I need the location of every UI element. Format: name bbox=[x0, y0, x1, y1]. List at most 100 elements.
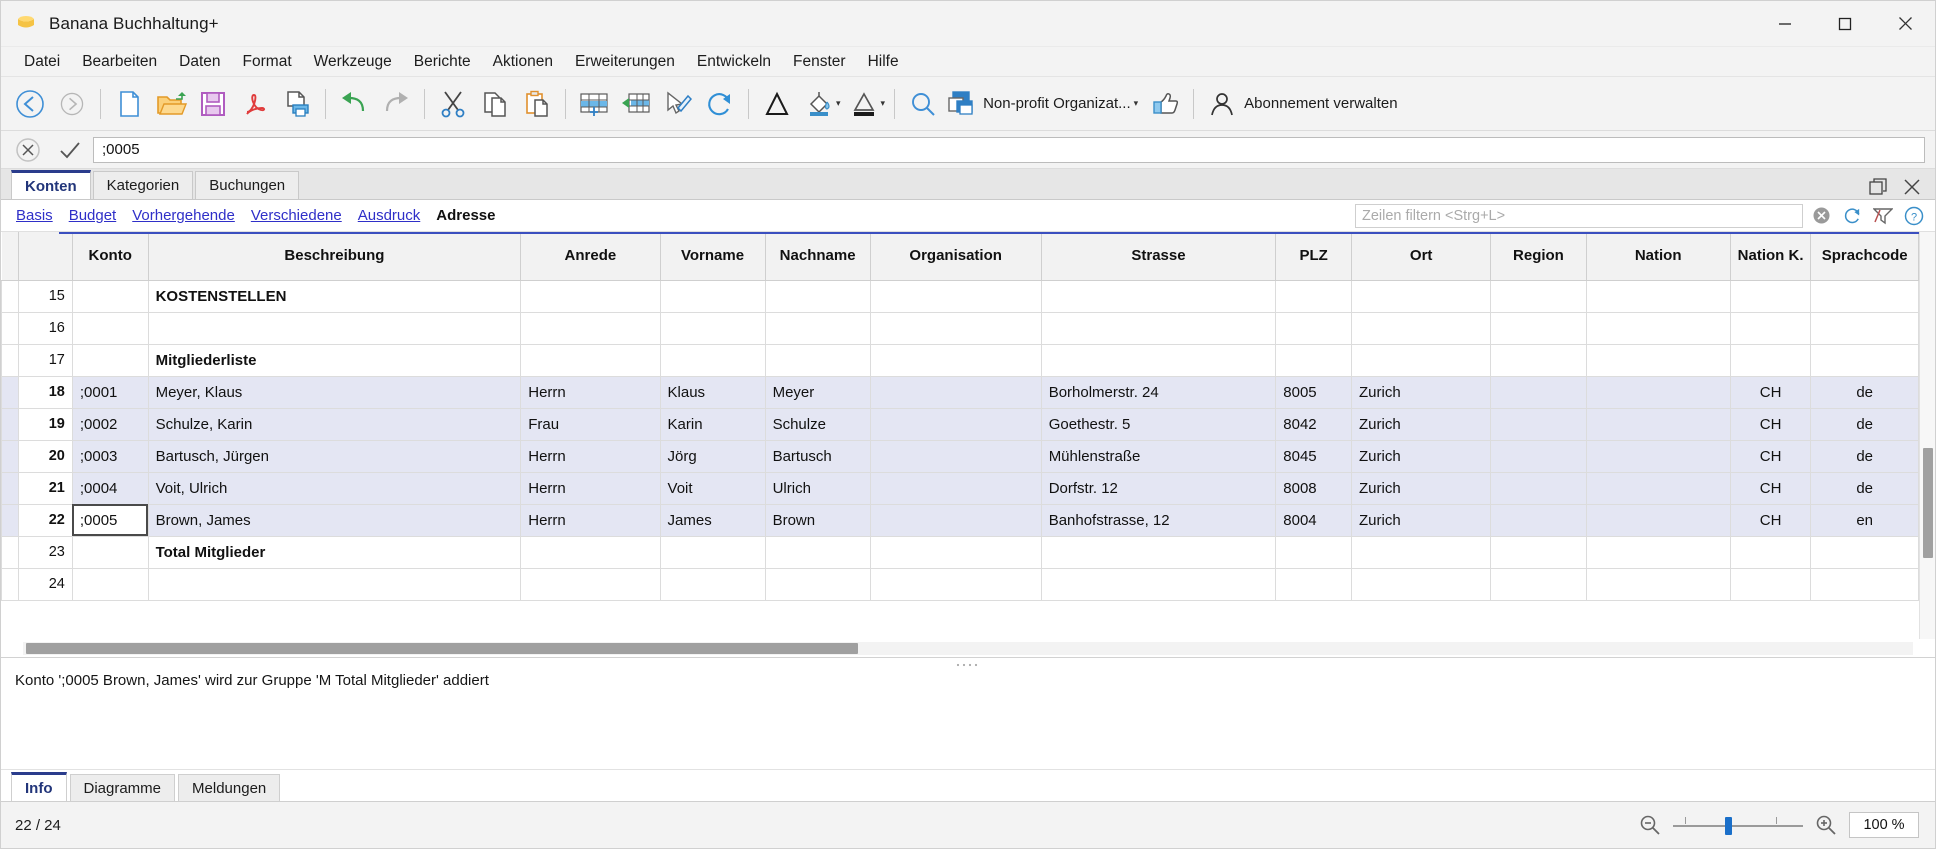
minimize-icon[interactable] bbox=[1755, 1, 1815, 47]
cell-anrede[interactable]: Herrn bbox=[520, 471, 661, 505]
row-number[interactable]: 17 bbox=[18, 343, 73, 377]
cell-konto[interactable] bbox=[71, 535, 149, 569]
bottom-tab-diagramme[interactable]: Diagramme bbox=[69, 774, 176, 801]
cell-ort[interactable]: Zurich bbox=[1351, 503, 1492, 537]
zoom-slider[interactable] bbox=[1673, 814, 1803, 836]
header-corner[interactable] bbox=[1, 232, 20, 281]
cell-organisation[interactable] bbox=[869, 343, 1042, 377]
cell-vorname[interactable]: Jörg bbox=[659, 439, 766, 473]
zoom-slider-handle[interactable] bbox=[1725, 817, 1732, 835]
forward-arrow-icon[interactable] bbox=[51, 82, 93, 126]
column-header-nation-k[interactable]: Nation K. bbox=[1729, 232, 1812, 281]
cell-sprachcode[interactable]: de bbox=[1810, 407, 1919, 441]
row-number[interactable]: 20 bbox=[18, 439, 73, 473]
cell-ort[interactable] bbox=[1351, 343, 1492, 377]
filter-rows-input[interactable] bbox=[1355, 203, 1803, 228]
search-magnifier-icon[interactable] bbox=[902, 82, 944, 126]
cell-organisation[interactable] bbox=[869, 311, 1042, 345]
table-vertical-scrollbar[interactable] bbox=[1919, 232, 1935, 639]
undo-icon[interactable] bbox=[333, 82, 375, 126]
cell-beschreibung[interactable] bbox=[147, 311, 522, 345]
cell-beschreibung[interactable]: Total Mitglieder bbox=[147, 535, 522, 569]
view-link-ausdruck[interactable]: Ausdruck bbox=[350, 207, 429, 224]
row-number[interactable]: 21 bbox=[18, 471, 73, 505]
cell-strasse[interactable] bbox=[1040, 567, 1277, 601]
view-link-basis[interactable]: Basis bbox=[8, 207, 61, 224]
chevron-down-icon[interactable]: ▾ bbox=[1134, 98, 1139, 109]
cell-nachname[interactable]: Schulze bbox=[764, 407, 871, 441]
cell-strasse[interactable] bbox=[1040, 279, 1277, 313]
cell-anrede[interactable] bbox=[520, 535, 661, 569]
column-header-anrede[interactable]: Anrede bbox=[520, 232, 661, 281]
open-folder-icon[interactable] bbox=[150, 82, 192, 126]
cell-region[interactable] bbox=[1490, 535, 1587, 569]
cell-plz[interactable] bbox=[1275, 343, 1353, 377]
formula-input[interactable] bbox=[93, 136, 1925, 163]
cell-nation[interactable] bbox=[1585, 439, 1731, 473]
chevron-down-icon[interactable]: ▾ bbox=[881, 98, 886, 109]
column-header-strasse[interactable]: Strasse bbox=[1040, 232, 1277, 281]
menu-item-aktionen[interactable]: Aktionen bbox=[482, 50, 564, 74]
cancel-circle-icon[interactable] bbox=[9, 135, 47, 165]
cell-organisation[interactable] bbox=[869, 375, 1042, 409]
cell-anrede[interactable]: Herrn bbox=[520, 439, 661, 473]
cell-plz[interactable]: 8042 bbox=[1275, 407, 1353, 441]
cell-region[interactable] bbox=[1490, 471, 1587, 505]
clear-circle-icon[interactable] bbox=[1808, 204, 1834, 228]
font-format-icon[interactable] bbox=[756, 82, 798, 126]
view-link-adresse[interactable]: Adresse bbox=[428, 207, 503, 224]
help-question-icon[interactable]: ? bbox=[1901, 204, 1927, 228]
column-header-plz[interactable]: PLZ bbox=[1275, 232, 1353, 281]
cell-konto[interactable]: ;0002 bbox=[71, 407, 149, 441]
row-number[interactable]: 15 bbox=[18, 279, 73, 313]
menu-item-fenster[interactable]: Fenster bbox=[782, 50, 857, 74]
cell-beschreibung[interactable]: KOSTENSTELLEN bbox=[147, 279, 522, 313]
cell-anrede[interactable] bbox=[520, 279, 661, 313]
cell-nachname[interactable] bbox=[764, 311, 871, 345]
menu-item-format[interactable]: Format bbox=[232, 50, 303, 74]
cell-plz[interactable] bbox=[1275, 279, 1353, 313]
cell-ort[interactable] bbox=[1351, 535, 1492, 569]
table-row[interactable]: 19 ;0002 Schulze, Karin Frau Karin Schul… bbox=[1, 407, 1919, 441]
column-header-vorname[interactable]: Vorname bbox=[659, 232, 766, 281]
cell-nachname[interactable]: Meyer bbox=[764, 375, 871, 409]
cell-plz[interactable]: 8045 bbox=[1275, 439, 1353, 473]
cell-nation-k[interactable]: CH bbox=[1729, 503, 1812, 537]
copy-icon[interactable] bbox=[474, 82, 516, 126]
chevron-down-icon[interactable]: ▾ bbox=[836, 98, 841, 109]
table-row[interactable]: 24 bbox=[1, 567, 1919, 601]
view-link-verschiedene[interactable]: Verschiedene bbox=[243, 207, 350, 224]
cell-region[interactable] bbox=[1490, 311, 1587, 345]
cell-sprachcode[interactable] bbox=[1810, 567, 1919, 601]
cell-organisation[interactable] bbox=[869, 535, 1042, 569]
column-header-beschreibung[interactable]: Beschreibung bbox=[147, 232, 522, 281]
cell-beschreibung[interactable] bbox=[147, 567, 522, 601]
cell-region[interactable] bbox=[1490, 279, 1587, 313]
cell-vorname[interactable]: James bbox=[659, 503, 766, 537]
cell-vorname[interactable]: Karin bbox=[659, 407, 766, 441]
cell-region[interactable] bbox=[1490, 439, 1587, 473]
accept-check-icon[interactable] bbox=[51, 135, 89, 165]
accounts-table-area[interactable]: Konto Beschreibung Anrede Vorname Nachna… bbox=[1, 232, 1935, 658]
cell-organisation[interactable] bbox=[869, 503, 1042, 537]
row-number[interactable]: 22 bbox=[18, 503, 73, 537]
row-number[interactable]: 18 bbox=[18, 375, 73, 409]
add-rows-icon[interactable] bbox=[573, 82, 615, 126]
zoom-out-icon[interactable] bbox=[1639, 814, 1661, 836]
zoom-percentage[interactable]: 100 % bbox=[1849, 812, 1919, 838]
row-number[interactable]: 16 bbox=[18, 311, 73, 345]
menu-item-werkzeuge[interactable]: Werkzeuge bbox=[303, 50, 403, 74]
header-rownum[interactable] bbox=[18, 232, 73, 281]
cell-vorname[interactable] bbox=[659, 567, 766, 601]
cell-konto[interactable] bbox=[71, 343, 149, 377]
select-edit-icon[interactable] bbox=[657, 82, 699, 126]
tab-kategorien[interactable]: Kategorien bbox=[92, 171, 194, 199]
cell-ort[interactable]: Zurich bbox=[1351, 439, 1492, 473]
row-number[interactable]: 24 bbox=[18, 567, 73, 601]
restore-window-icon[interactable] bbox=[1869, 178, 1887, 196]
cell-konto[interactable]: ;0004 bbox=[71, 471, 149, 505]
cell-nation-k[interactable] bbox=[1729, 343, 1812, 377]
cell-vorname[interactable]: Klaus bbox=[659, 375, 766, 409]
table-row[interactable]: 17 Mitgliederliste bbox=[1, 343, 1919, 377]
cell-konto[interactable]: ;0001 bbox=[71, 375, 149, 409]
